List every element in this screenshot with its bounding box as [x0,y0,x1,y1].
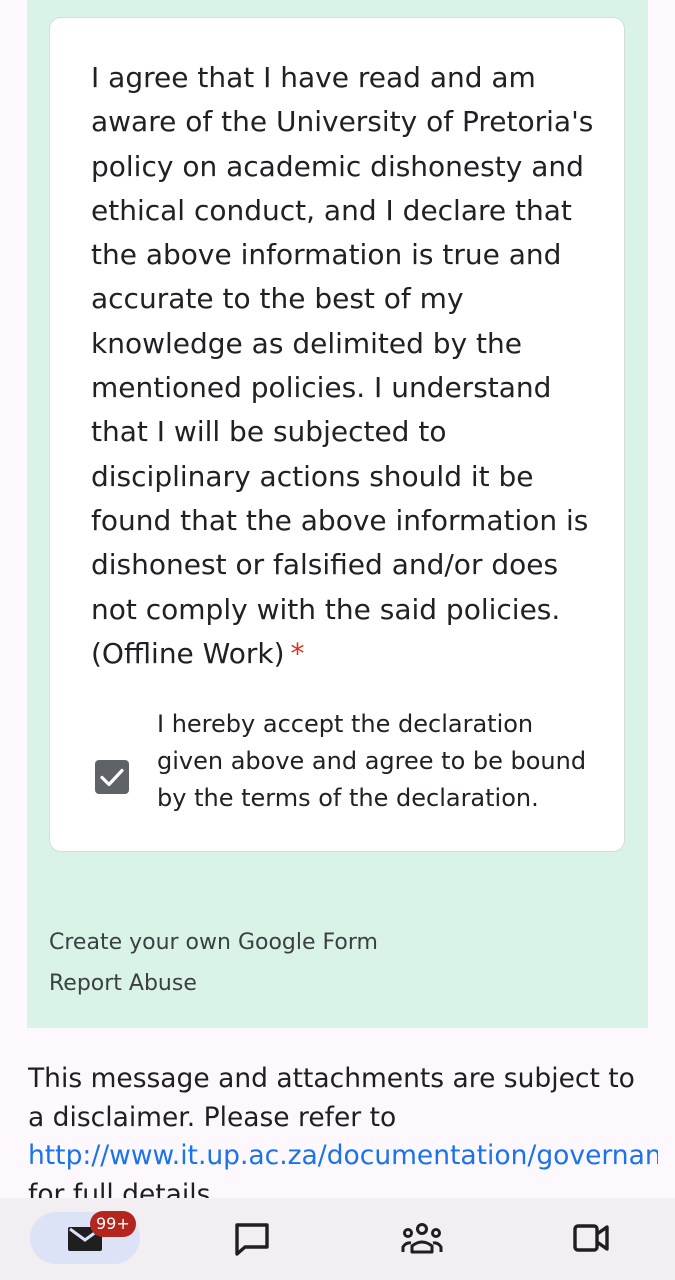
checkmark-icon [100,768,124,787]
question-card: I agree that I have read and am aware of… [49,17,625,852]
meet-icon[interactable] [573,1224,609,1252]
disclaimer-text: This message and attachments are subject… [28,1063,635,1133]
checkbox-label[interactable]: I hereby accept the declaration given ab… [157,706,597,817]
declaration-checkbox-row[interactable]: I hereby accept the declaration given ab… [95,706,595,826]
question-text: I agree that I have read and am aware of… [91,61,594,670]
chat-icon[interactable] [234,1222,270,1256]
disclaimer-tail: for full details. [28,1178,219,1199]
spaces-icon[interactable] [401,1222,443,1254]
required-asterisk: * [290,636,305,670]
email-disclaimer: This message and attachments are subject… [28,1060,658,1198]
bottom-navigation: 99+ [0,1198,675,1280]
declaration-checkbox[interactable] [95,760,129,794]
report-abuse-link[interactable]: Report Abuse [49,971,197,996]
disclaimer-link[interactable]: http://www.it.up.ac.za/documentation/gov… [28,1140,658,1171]
create-form-link[interactable]: Create your own Google Form [49,930,378,955]
unread-badge: 99+ [90,1211,136,1237]
